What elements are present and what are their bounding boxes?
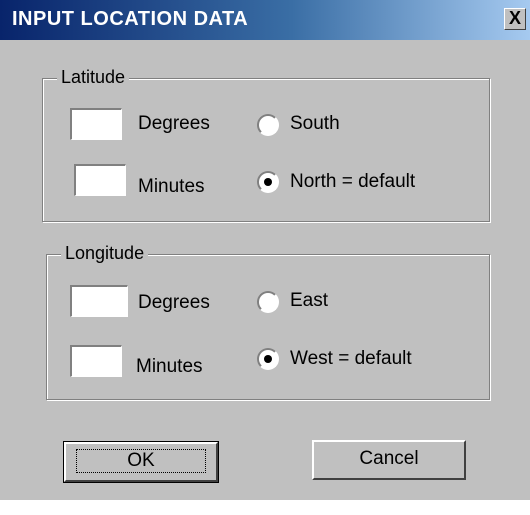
latitude-south-radio[interactable] (257, 114, 279, 136)
longitude-east-radio[interactable] (257, 291, 279, 313)
longitude-west-label: West = default (290, 348, 412, 369)
title-bar: INPUT LOCATION DATA X (0, 0, 530, 40)
close-button[interactable]: X (504, 8, 526, 30)
latitude-north-label: North = default (290, 171, 416, 192)
longitude-degrees-label: Degrees (138, 292, 210, 313)
latitude-group: Latitude (42, 67, 490, 222)
radio-selected-dot (264, 355, 272, 363)
ok-button[interactable]: OK (63, 441, 219, 483)
longitude-degrees-input[interactable] (70, 285, 128, 317)
longitude-group-label: Longitude (61, 243, 149, 264)
latitude-south-label: South (290, 113, 340, 134)
longitude-east-label: East (290, 290, 329, 311)
radio-selected-dot (264, 178, 272, 186)
latitude-north-radio[interactable] (257, 171, 279, 193)
ok-button-label: OK (76, 449, 206, 473)
cancel-button[interactable]: Cancel (312, 440, 466, 480)
latitude-group-label: Latitude (57, 67, 130, 88)
window-title: INPUT LOCATION DATA (12, 8, 249, 30)
input-location-dialog: INPUT LOCATION DATA X Latitude Degrees M… (0, 0, 530, 500)
latitude-degrees-input[interactable] (70, 108, 122, 140)
longitude-group: Longitude (46, 243, 490, 400)
latitude-minutes-input[interactable] (74, 164, 126, 196)
latitude-minutes-label: Minutes (138, 176, 205, 197)
latitude-degrees-label: Degrees (138, 113, 210, 134)
longitude-minutes-input[interactable] (70, 345, 122, 377)
longitude-minutes-label: Minutes (136, 356, 203, 377)
longitude-west-radio[interactable] (257, 348, 279, 370)
